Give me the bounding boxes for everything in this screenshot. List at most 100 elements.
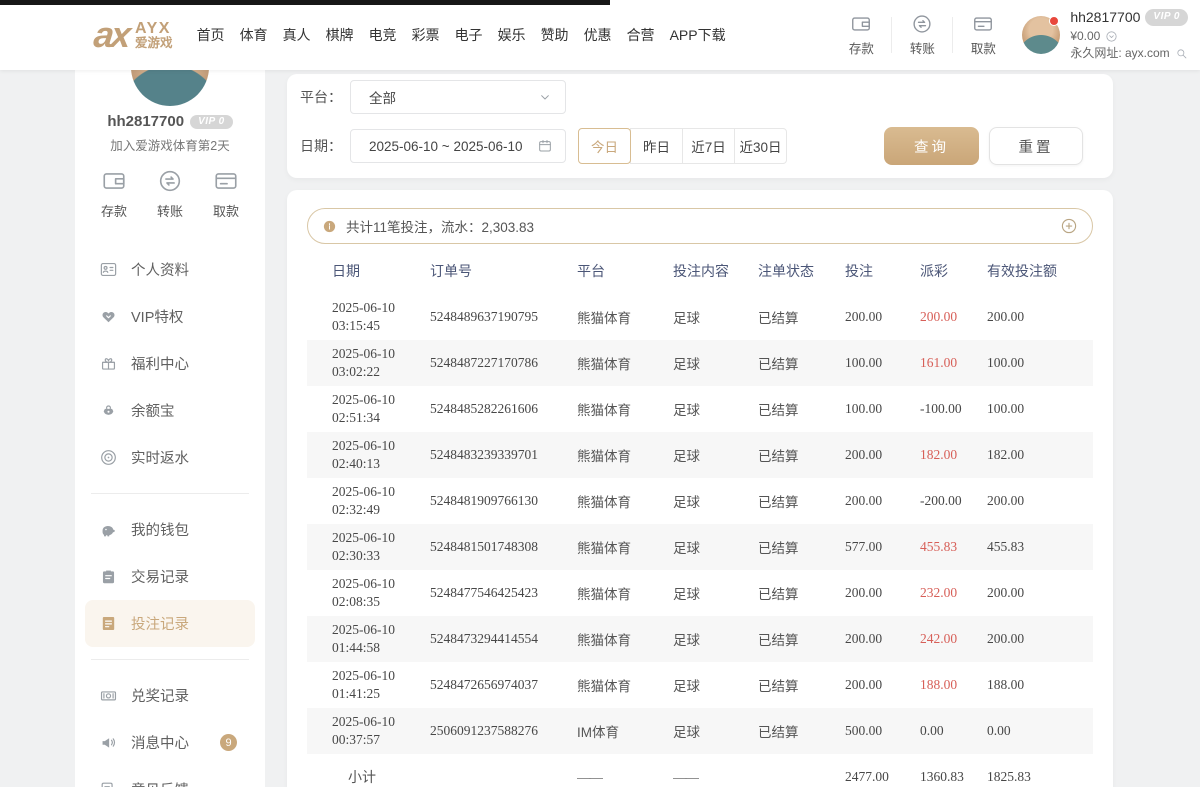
nav-item-sponsor[interactable]: 赞助 bbox=[541, 25, 569, 45]
nav-item-sports[interactable]: 体育 bbox=[240, 25, 268, 45]
cell-valid: 100.00 bbox=[987, 401, 1093, 417]
sidebar-quick-withdraw[interactable]: 取款 bbox=[213, 168, 239, 220]
cell-platform: 熊猫体育 bbox=[577, 399, 673, 419]
nav-item-live[interactable]: 真人 bbox=[283, 25, 311, 45]
header-action-transfer[interactable]: 转账 bbox=[899, 13, 945, 57]
nav-item-chess[interactable]: 棋牌 bbox=[326, 25, 354, 45]
cell-status: 已结算 bbox=[758, 721, 845, 741]
nav-item-home[interactable]: 首页 bbox=[197, 25, 225, 45]
brand-logo[interactable]: ax AYX 爱游戏 bbox=[94, 19, 173, 51]
cell-date: 2025-06-1001:44:58 bbox=[332, 621, 430, 656]
sidebar-item-feedback[interactable]: 意见反馈 bbox=[75, 766, 265, 787]
cell-payout: 188.00 bbox=[920, 677, 987, 693]
cell-date-value: 2025-06-10 bbox=[332, 667, 430, 685]
cell-bet: 200.00 bbox=[845, 677, 920, 693]
platform-select[interactable]: 全部 bbox=[350, 80, 566, 114]
top-header: ax AYX 爱游戏 首页体育真人棋牌电竞彩票电子娱乐赞助优惠合营 APP下载 存… bbox=[0, 0, 1200, 70]
nav-item-promo[interactable]: 优惠 bbox=[584, 25, 612, 45]
date-range-input[interactable]: 2025-06-10 ~ 2025-06-10 bbox=[350, 129, 566, 163]
cell-valid: 200.00 bbox=[987, 493, 1093, 509]
cell-valid: 455.83 bbox=[987, 539, 1093, 555]
table-row: 2025-06-1002:32:495248481909766130熊猫体育足球… bbox=[307, 478, 1093, 524]
nav-item-lottery[interactable]: 彩票 bbox=[412, 25, 440, 45]
cell-content: 足球 bbox=[673, 399, 758, 419]
magnifier-icon[interactable] bbox=[1175, 47, 1188, 60]
sidebar-quick-transfer[interactable]: 转账 bbox=[157, 168, 183, 220]
range-button-last7[interactable]: 近7日 bbox=[682, 128, 735, 164]
cell-status: 已结算 bbox=[758, 307, 845, 327]
subtotal-content: —— bbox=[673, 769, 758, 785]
user-avatar[interactable] bbox=[1022, 16, 1060, 54]
sidebar-username: hh2817700 bbox=[107, 113, 184, 130]
sidebar-item-redeem[interactable]: 兑奖记录 bbox=[75, 672, 265, 719]
platform-label: 平台： bbox=[300, 87, 350, 107]
nav-item-esports[interactable]: 电竞 bbox=[369, 25, 397, 45]
expand-plus-icon[interactable] bbox=[1060, 217, 1078, 235]
range-button-last30[interactable]: 近30日 bbox=[734, 128, 787, 164]
subtotal-row: 小计 —— —— 2477.00 1360.83 1825.83 bbox=[307, 754, 1093, 787]
nav-item-entertainment[interactable]: 娱乐 bbox=[498, 25, 526, 45]
cell-platform: 熊猫体育 bbox=[577, 307, 673, 327]
sidebar-quick-deposit[interactable]: 存款 bbox=[101, 168, 127, 220]
header-wallet-actions: 存款转账取款 bbox=[838, 13, 1006, 57]
cell-platform: 熊猫体育 bbox=[577, 445, 673, 465]
sidebar-avatar[interactable] bbox=[131, 70, 209, 106]
table-row: 2025-06-1002:40:135248483239339701熊猫体育足球… bbox=[307, 432, 1093, 478]
cell-content: 足球 bbox=[673, 629, 758, 649]
cell-valid: 188.00 bbox=[987, 677, 1093, 693]
range-button-yesterday[interactable]: 昨日 bbox=[630, 128, 683, 164]
sidebar-item-redeem-label: 兑奖记录 bbox=[131, 685, 189, 706]
deposit-icon bbox=[101, 168, 127, 194]
column-header-4: 注单状态 bbox=[758, 261, 845, 281]
transfer-icon bbox=[157, 168, 183, 194]
range-button-today[interactable]: 今日 bbox=[578, 128, 631, 164]
nav-item-app-download[interactable]: APP下载 bbox=[670, 25, 726, 45]
cell-time-value: 01:41:25 bbox=[332, 685, 430, 703]
sidebar-item-bets[interactable]: 投注记录 bbox=[85, 600, 255, 647]
sidebar-item-vip-label: VIP特权 bbox=[131, 306, 183, 327]
reset-button[interactable]: 重置 bbox=[989, 127, 1083, 165]
cell-content: 足球 bbox=[673, 307, 758, 327]
search-button[interactable]: 查询 bbox=[884, 127, 979, 165]
cell-content: 足球 bbox=[673, 537, 758, 557]
sidebar-item-transactions[interactable]: 交易记录 bbox=[75, 553, 265, 600]
sidebar-quick-actions: 存款转账取款 bbox=[75, 154, 265, 220]
cell-time-value: 02:08:35 bbox=[332, 593, 430, 611]
column-header-2: 平台 bbox=[577, 261, 673, 281]
divider bbox=[891, 17, 892, 53]
cell-bet: 577.00 bbox=[845, 539, 920, 555]
sidebar-vip-badge: VIP 0 bbox=[190, 115, 233, 129]
platform-select-value: 全部 bbox=[369, 87, 396, 107]
sidebar-item-welfare[interactable]: 福利中心 bbox=[75, 340, 265, 387]
header-action-deposit[interactable]: 存款 bbox=[838, 13, 884, 57]
header-action-withdraw[interactable]: 取款 bbox=[960, 13, 1006, 57]
table-row: 2025-06-1002:30:335248481501748308熊猫体育足球… bbox=[307, 524, 1093, 570]
cell-order: 5248481501748308 bbox=[430, 539, 577, 555]
balance-refresh-icon[interactable] bbox=[1105, 30, 1118, 43]
sidebar-item-messages[interactable]: 消息中心9 bbox=[75, 719, 265, 766]
cell-valid: 200.00 bbox=[987, 631, 1093, 647]
cell-content: 足球 bbox=[673, 353, 758, 373]
summary-bar: 共计11笔投注，流水：2,303.83 bbox=[307, 208, 1093, 244]
date-label: 日期： bbox=[300, 136, 350, 156]
sidebar-item-wallet[interactable]: 我的钱包 bbox=[75, 506, 265, 553]
sidebar-item-profile[interactable]: 个人资料 bbox=[75, 246, 265, 293]
cell-valid: 0.00 bbox=[987, 723, 1093, 739]
sidebar-item-yuebao[interactable]: 余额宝 bbox=[75, 387, 265, 434]
cell-date-value: 2025-06-10 bbox=[332, 391, 430, 409]
cell-payout: 182.00 bbox=[920, 447, 987, 463]
cell-bet: 200.00 bbox=[845, 585, 920, 601]
deposit-icon bbox=[850, 13, 872, 35]
cell-payout: 0.00 bbox=[920, 723, 987, 739]
nav-item-agent[interactable]: 合营 bbox=[627, 25, 655, 45]
table-row: 2025-06-1001:41:255248472656974037熊猫体育足球… bbox=[307, 662, 1093, 708]
sidebar-item-rebate[interactable]: 实时返水 bbox=[75, 434, 265, 481]
cell-date-value: 2025-06-10 bbox=[332, 575, 430, 593]
sidebar: hh2817700 VIP 0 加入爱游戏体育第2天 存款转账取款 个人资料VI… bbox=[75, 70, 265, 787]
sidebar-item-vip[interactable]: VIP特权 bbox=[75, 293, 265, 340]
column-header-7: 有效投注额 bbox=[987, 261, 1093, 281]
subtotal-bet: 2477.00 bbox=[845, 769, 920, 785]
nav-item-slots[interactable]: 电子 bbox=[455, 25, 483, 45]
cell-payout: 232.00 bbox=[920, 585, 987, 601]
yuebao-icon bbox=[99, 401, 118, 420]
